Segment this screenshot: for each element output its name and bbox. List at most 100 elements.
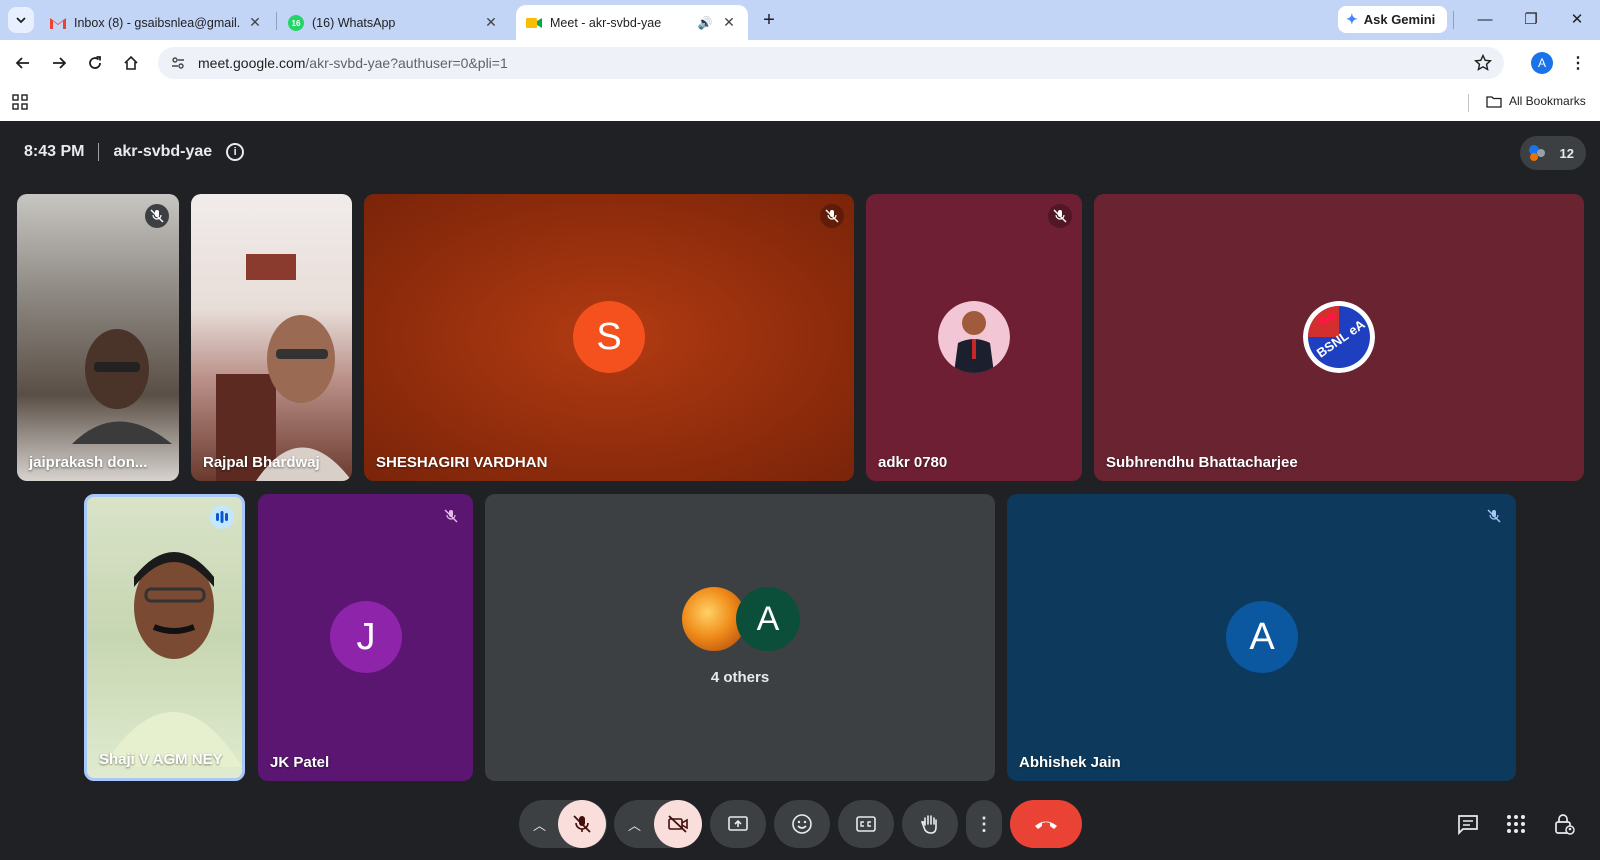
microphone-toggle-button[interactable] <box>558 800 606 848</box>
camera-toggle-button[interactable] <box>654 800 702 848</box>
leave-call-button[interactable] <box>1010 800 1082 848</box>
call-end-icon <box>1035 821 1057 829</box>
meeting-code: akr-svbd-yae <box>113 143 213 160</box>
bookmarks-bar: All Bookmarks <box>0 86 1600 121</box>
gmail-icon <box>50 15 66 31</box>
close-icon[interactable]: ✕ <box>246 14 264 32</box>
participant-tile[interactable]: Rajpal Bhardwaj <box>191 194 352 481</box>
tab-whatsapp[interactable]: 16 (16) WhatsApp ✕ <box>278 5 510 40</box>
arrow-left-icon <box>15 57 29 69</box>
participant-avatar: S <box>573 301 645 373</box>
reload-button[interactable] <box>81 49 109 77</box>
host-controls-button[interactable] <box>1546 806 1582 842</box>
more-vert-icon: ⋮ <box>975 813 993 834</box>
participant-count: 12 <box>1559 145 1574 161</box>
participant-name: Shaji V AGM NEY <box>99 751 223 768</box>
closed-captions-icon <box>856 816 876 832</box>
url-host: meet.google.com <box>198 55 306 71</box>
participant-avatar: A <box>1226 601 1298 673</box>
speaking-indicator-icon <box>210 505 234 529</box>
present-icon <box>728 816 748 831</box>
whatsapp-badge: 16 <box>292 19 301 28</box>
participant-tile[interactable]: jaiprakash don... <box>17 194 179 481</box>
whatsapp-icon: 16 <box>288 14 304 31</box>
bookmark-star-icon[interactable] <box>1474 54 1492 72</box>
meet-app: 8:43 PM akr-svbd-yae i 12 jaiprakash don… <box>0 121 1600 860</box>
video-options-chevron-icon[interactable]: ︿ <box>628 815 641 834</box>
ask-gemini-label: Ask Gemini <box>1363 12 1436 27</box>
profile-avatar[interactable]: A <box>1531 52 1553 74</box>
close-window-button[interactable]: ✕ <box>1562 8 1592 30</box>
browser-chrome: Inbox (8) - gsaibsnlea@gmail.com ✕ 16 (1… <box>0 0 1600 121</box>
apps-grid-icon[interactable] <box>12 94 28 110</box>
participant-tile[interactable]: adkr 0780 <box>866 194 1082 481</box>
restore-button[interactable]: ❐ <box>1516 8 1546 30</box>
reload-icon <box>89 56 101 69</box>
mic-off-icon <box>145 204 169 228</box>
tab-strip: Inbox (8) - gsaibsnlea@gmail.com ✕ 16 (1… <box>0 0 1600 40</box>
tab-gmail[interactable]: Inbox (8) - gsaibsnlea@gmail.com ✕ <box>40 5 274 40</box>
participant-avatar: A <box>736 587 800 651</box>
new-tab-button[interactable]: + <box>758 9 780 31</box>
others-avatars: A <box>682 587 802 651</box>
participant-name: SHESHAGIRI VARDHAN <box>376 454 548 471</box>
close-icon[interactable]: ✕ <box>482 14 500 32</box>
address-bar[interactable]: meet.google.com/akr-svbd-yae?authuser=0&… <box>158 47 1504 79</box>
video-feed <box>72 329 172 444</box>
tab-separator <box>276 12 277 30</box>
header-separator <box>98 143 100 161</box>
all-bookmarks-button[interactable]: All Bookmarks <box>1486 94 1586 108</box>
apps-grid-icon <box>1507 815 1525 833</box>
participant-name: Subhrendhu Bhattacharjee <box>1106 454 1298 471</box>
info-icon[interactable]: i <box>226 143 245 161</box>
home-button[interactable] <box>117 49 145 77</box>
chat-icon <box>1458 815 1478 835</box>
others-tile[interactable]: A 4 others <box>485 494 995 781</box>
participants-avatars-icon <box>1529 145 1545 161</box>
participant-tile[interactable]: BSNL eA Subhrendhu Bhattacharjee <box>1094 194 1584 481</box>
participant-name: jaiprakash don... <box>29 454 148 471</box>
present-screen-button[interactable] <box>710 800 766 848</box>
tab-title: (16) WhatsApp <box>312 15 396 30</box>
activities-button[interactable] <box>1498 806 1534 842</box>
back-button[interactable] <box>9 49 37 77</box>
bsnl-logo-avatar: BSNL eA <box>1303 301 1375 373</box>
participant-tile-active-speaker[interactable]: Shaji V AGM NEY <box>84 494 245 781</box>
raise-hand-button[interactable] <box>902 800 958 848</box>
participant-tile[interactable]: S SHESHAGIRI VARDHAN <box>364 194 854 481</box>
url-path: /akr-svbd-yae?authuser=0&pli=1 <box>305 55 508 71</box>
people-button[interactable]: 12 <box>1520 136 1586 170</box>
chat-button[interactable] <box>1450 806 1486 842</box>
bookmarks-divider <box>1468 94 1469 112</box>
tab-title: Inbox (8) - gsaibsnlea@gmail.com <box>74 15 240 30</box>
participant-tile[interactable]: J JK Patel <box>258 494 473 781</box>
tab-meet[interactable]: Meet - akr-svbd-yae 🔊 ✕ <box>516 5 748 40</box>
ask-gemini-button[interactable]: ✦ Ask Gemini <box>1338 6 1448 33</box>
participant-name: JK Patel <box>270 754 330 771</box>
browser-menu-button[interactable]: ⋮ <box>1570 52 1586 74</box>
reactions-button[interactable] <box>774 800 830 848</box>
participant-avatar: J <box>330 601 402 673</box>
audio-options-chevron-icon[interactable]: ︿ <box>533 815 546 834</box>
tab-search-button[interactable] <box>8 7 34 33</box>
close-icon[interactable]: ✕ <box>720 14 738 32</box>
all-bookmarks-label: All Bookmarks <box>1509 94 1586 108</box>
video-feed <box>102 552 242 767</box>
site-settings-icon[interactable] <box>170 55 186 71</box>
lock-person-icon <box>1555 814 1575 835</box>
browser-toolbar: meet.google.com/akr-svbd-yae?authuser=0&… <box>0 40 1600 86</box>
call-controls: ︿ ︿ ⋮ <box>0 792 1600 860</box>
folder-icon <box>1486 95 1502 108</box>
video-feed <box>216 254 352 481</box>
more-options-button[interactable]: ⋮ <box>966 800 1002 848</box>
captions-button[interactable] <box>838 800 894 848</box>
participant-tile[interactable]: A Abhishek Jain <box>1007 494 1516 781</box>
forward-button[interactable] <box>45 49 73 77</box>
tab-title: Meet - akr-svbd-yae <box>550 15 662 30</box>
mic-off-icon <box>1048 204 1072 228</box>
participant-name: Rajpal Bhardwaj <box>203 454 320 471</box>
minimize-button[interactable]: — <box>1470 8 1500 30</box>
meeting-details: 8:43 PM akr-svbd-yae i <box>24 143 245 161</box>
meet-icon <box>526 15 542 31</box>
speaker-icon[interactable]: 🔊 <box>696 14 714 32</box>
